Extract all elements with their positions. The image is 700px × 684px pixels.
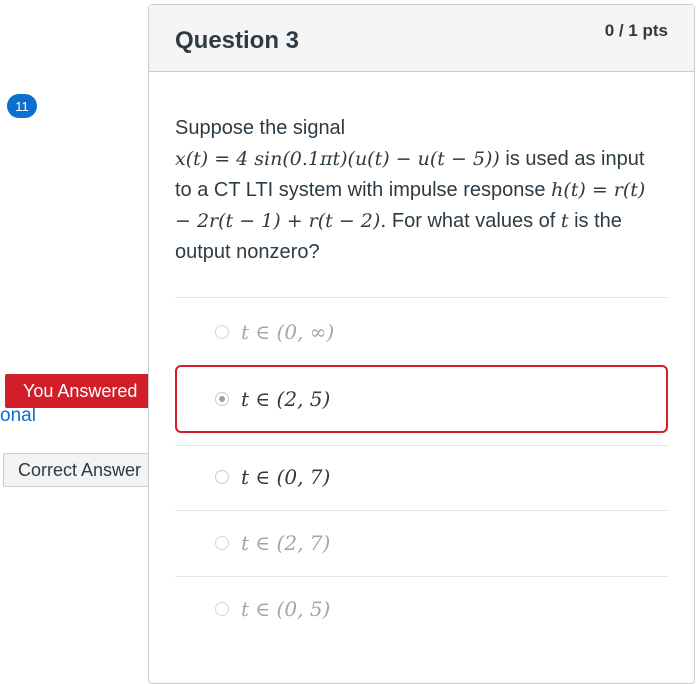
question-title: Question 3 — [175, 27, 300, 54]
correct-answer-tag: Correct Answer — [3, 453, 170, 487]
you-answered-tag: You Answered — [5, 374, 172, 408]
notification-badge: 11 — [7, 94, 37, 118]
question-points: 0 / 1 pts — [604, 21, 668, 40]
answer-option[interactable]: t ∈ (0, 5) — [175, 580, 668, 638]
answer-label: t ∈ (0, 5) — [241, 597, 331, 621]
answer-option-correct[interactable]: t ∈ (0, 7) — [175, 448, 668, 506]
radio-button-selected[interactable] — [215, 392, 229, 406]
answer-label: t ∈ (0, ∞) — [241, 320, 335, 344]
answer-option[interactable]: t ∈ (0, ∞) — [175, 303, 668, 361]
answer-label: t ∈ (2, 7) — [241, 531, 331, 555]
divider — [175, 297, 668, 298]
question-mid-2: For what values of — [391, 210, 556, 232]
divider — [175, 445, 668, 446]
question-intro: Suppose the signal — [175, 117, 346, 139]
answer-label: t ∈ (2, 5) — [241, 387, 331, 411]
radio-button[interactable] — [215, 325, 229, 339]
sidebar-link-fragment[interactable]: onal — [0, 405, 36, 427]
question-header: Question 3 0 / 1 pts — [149, 5, 694, 72]
question-body: Suppose the signal x(t) = 4 sin(0.1πt)(u… — [175, 113, 665, 268]
divider — [175, 576, 668, 577]
radio-button[interactable] — [215, 536, 229, 550]
answer-label: t ∈ (0, 7) — [241, 465, 331, 489]
divider — [175, 510, 668, 511]
radio-button[interactable] — [215, 602, 229, 616]
answer-option-selected[interactable]: t ∈ (2, 5) — [175, 365, 668, 433]
answer-option[interactable]: t ∈ (2, 7) — [175, 514, 668, 572]
variable-t: t — [560, 210, 569, 232]
question-card: Question 3 0 / 1 pts Suppose the signal … — [148, 4, 695, 684]
radio-button[interactable] — [215, 470, 229, 484]
signal-expression: x(t) = 4 sin(0.1πt)(u(t) − u(t − 5)) — [175, 148, 500, 170]
